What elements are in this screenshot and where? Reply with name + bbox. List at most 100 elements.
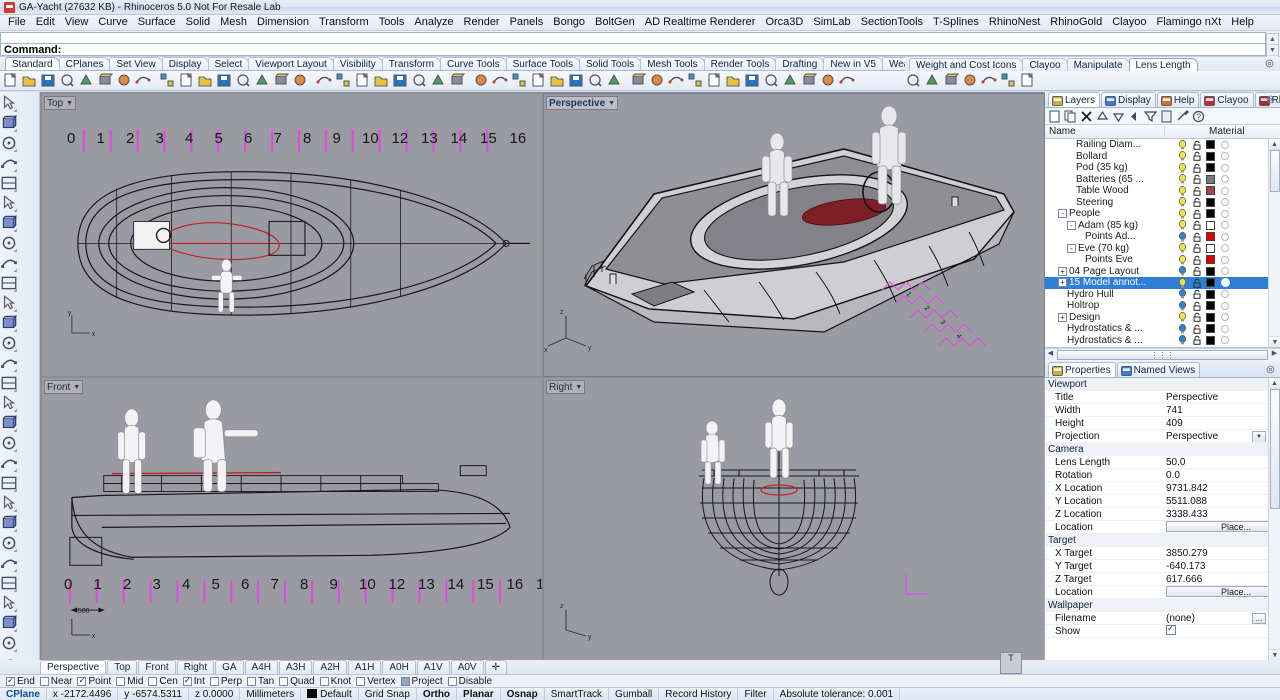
viewport-top[interactable]: y x 0123456789101213141516 Top ▼ [42, 94, 542, 376]
property-value[interactable]: 5511.088 [1163, 496, 1280, 507]
status-tolerance[interactable]: Absolute tolerance: 0.001 [774, 688, 900, 700]
property-row[interactable]: Y Target-640.173 [1045, 560, 1280, 573]
layer-row[interactable]: Pod (35 kg) [1045, 162, 1280, 174]
fillet-icon[interactable] [0, 494, 20, 514]
select-arrow-icon[interactable] [0, 94, 20, 114]
zoom-window-icon[interactable] [235, 72, 253, 90]
zoom-target-icon[interactable] [292, 72, 310, 90]
layer-material-swatch[interactable] [1221, 278, 1230, 287]
toolbar-tab-set-view[interactable]: Set View [109, 57, 162, 70]
layer-visibility-bulb-icon[interactable] [1178, 324, 1187, 334]
panel-tab-help[interactable]: Help [1157, 92, 1200, 107]
osnap-checkbox[interactable] [40, 677, 49, 686]
menu-item-view[interactable]: View [60, 15, 94, 30]
offset-curve-icon[interactable] [0, 534, 20, 554]
layer-row[interactable]: -Eve (70 kg) [1045, 243, 1280, 255]
layer-icon[interactable] [473, 72, 491, 90]
menu-item-curve[interactable]: Curve [93, 15, 132, 30]
toolbar-tab-solid-tools[interactable]: Solid Tools [579, 57, 641, 70]
sphere-icon[interactable] [0, 354, 20, 374]
property-row[interactable]: Lens Length50.0 [1045, 456, 1280, 469]
layer-color-swatch[interactable] [1206, 313, 1215, 322]
viewport-tab-perspective[interactable]: Perspective [40, 660, 106, 674]
menu-item-sectiontools[interactable]: SectionTools [856, 15, 928, 30]
add-viewport-icon[interactable]: ✛ [485, 660, 507, 674]
layer-lock-icon[interactable] [1192, 301, 1202, 311]
array-icon[interactable] [0, 614, 20, 634]
chevron-down-icon[interactable]: ▼ [66, 100, 73, 107]
trim-icon[interactable] [706, 72, 724, 90]
zoom-extents-icon[interactable] [273, 72, 291, 90]
layer-lock-icon[interactable] [1192, 289, 1202, 299]
new-file-icon[interactable] [2, 72, 20, 90]
layer-row[interactable]: -People [1045, 208, 1280, 220]
place-button[interactable]: Place... [1166, 586, 1280, 597]
menu-item-flamingo-nxt[interactable]: Flamingo nXt [1151, 15, 1226, 30]
status-toggle-ortho[interactable]: Ortho [417, 688, 457, 700]
menu-item-edit[interactable]: Edit [31, 15, 60, 30]
copy-to-clipboard-icon[interactable] [78, 72, 96, 90]
layer-expander-plus[interactable]: + [1058, 313, 1067, 322]
osnap-checkbox[interactable] [116, 677, 125, 686]
layer-color-swatch[interactable] [1206, 336, 1215, 345]
layer-visibility-bulb-icon[interactable] [1178, 255, 1187, 265]
layer-lock-icon[interactable] [1192, 266, 1202, 276]
viewport-tab-front[interactable]: Front [138, 660, 175, 674]
arc-icon[interactable] [0, 214, 20, 234]
layer-color-swatch[interactable] [1206, 255, 1215, 264]
browse-button[interactable]: ... [1252, 613, 1266, 624]
layer-material-swatch[interactable] [1221, 244, 1229, 252]
toolbar-tab-render-tools[interactable]: Render Tools [704, 57, 777, 70]
command-scrollbar[interactable]: ▲ ▼ [1266, 33, 1279, 58]
layer-visibility-bulb-icon[interactable] [1178, 151, 1187, 161]
osnap-end[interactable]: End [6, 676, 35, 687]
curve-blend-icon[interactable] [0, 274, 20, 294]
scroll-thumb[interactable]: ⋮⋮⋮ [1057, 350, 1268, 360]
menu-item-dimension[interactable]: Dimension [252, 15, 314, 30]
layer-lock-icon[interactable] [1192, 312, 1202, 322]
layer-material-swatch[interactable] [1221, 290, 1229, 298]
status-toggle-grid-snap[interactable]: Grid Snap [359, 688, 417, 700]
scroll-up-arrow[interactable]: ▲ [1269, 139, 1280, 150]
command-input[interactable]: Command: [0, 43, 1266, 56]
circle-view-icon[interactable] [1000, 72, 1018, 90]
scroll-up-arrow[interactable]: ▲ [1267, 34, 1278, 45]
osnap-checkbox[interactable] [6, 677, 15, 686]
property-value[interactable]: -640.173 [1163, 561, 1280, 572]
layer-color-swatch[interactable] [1206, 175, 1215, 184]
toolbar-tab-surface-tools[interactable]: Surface Tools [506, 57, 580, 70]
layer-row[interactable]: +15 Model annot... [1045, 277, 1280, 289]
box-icon[interactable] [0, 334, 20, 354]
status-toggle-smarttrack[interactable]: SmartTrack [545, 688, 609, 700]
osnap-checkbox[interactable] [356, 677, 365, 686]
analyze-icon[interactable] [568, 72, 586, 90]
paste-icon[interactable] [135, 72, 153, 90]
new-sublayer-icon[interactable] [1064, 110, 1077, 123]
osnap-tan[interactable]: Tan [247, 676, 274, 687]
viewport-tab-ga[interactable]: GA [215, 660, 243, 674]
print-icon[interactable] [59, 72, 77, 90]
dim-icon[interactable] [587, 72, 605, 90]
menu-item-transform[interactable]: Transform [314, 15, 374, 30]
panel-tab-layers[interactable]: Layers [1048, 92, 1100, 107]
layer-expander-plus[interactable]: + [1058, 278, 1067, 287]
menu-item-t-splines[interactable]: T-Splines [928, 15, 984, 30]
layer-material-swatch[interactable] [1221, 302, 1229, 310]
property-value[interactable]: 617.666 [1163, 574, 1280, 585]
layer-material-swatch[interactable] [1221, 141, 1229, 149]
explode-icon[interactable] [687, 72, 705, 90]
osnap-vertex[interactable]: Vertex [356, 676, 395, 687]
layer-material-swatch[interactable] [1221, 221, 1229, 229]
osnap-checkbox[interactable] [183, 677, 192, 686]
viewport-tab-a1v[interactable]: A1V [417, 660, 450, 674]
toolbar-tab-weight-and-cost-icons[interactable]: Weight and Cost Icons [909, 58, 1023, 71]
chevron-down-icon[interactable]: ▼ [575, 384, 582, 391]
viewport-right[interactable]: z y Right ▼ [544, 378, 1044, 660]
hatch-icon[interactable] [649, 72, 667, 90]
open-folder-icon[interactable] [21, 72, 39, 90]
layer-row[interactable]: -Adam (85 kg) [1045, 220, 1280, 232]
osnap-checkbox[interactable] [279, 677, 288, 686]
layer-row[interactable]: Hydrostatics & ... [1045, 323, 1280, 335]
layer-material-swatch[interactable] [1221, 336, 1229, 344]
menu-item-solid[interactable]: Solid [181, 15, 215, 30]
